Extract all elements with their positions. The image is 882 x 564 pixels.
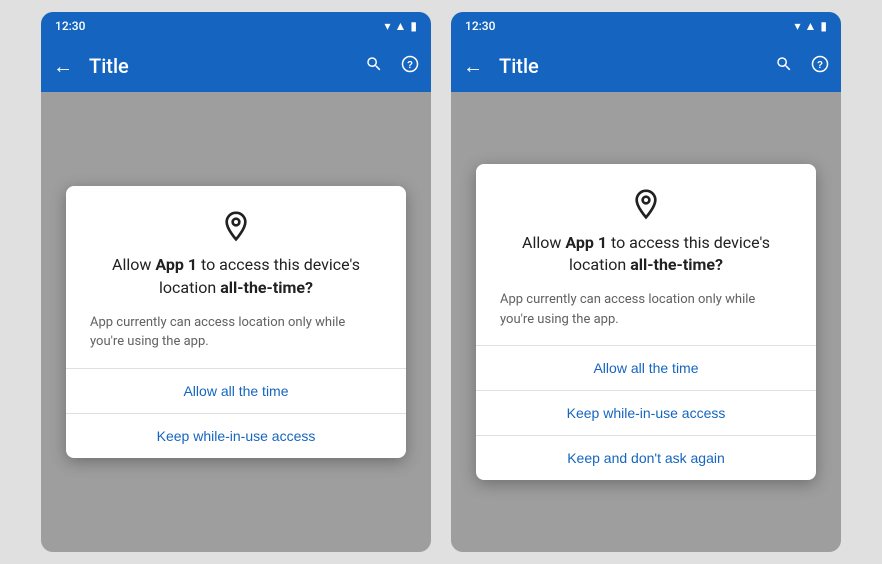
toolbar-title-2: Title: [499, 54, 759, 78]
allow-all-time-button-2[interactable]: Allow all the time: [476, 346, 816, 391]
toolbar-title-1: Title: [89, 54, 349, 78]
phone-2: 12:30 ▾ ▲ ▮ ← Title ?: [451, 12, 841, 552]
keep-while-in-use-button-2[interactable]: Keep while-in-use access: [476, 391, 816, 436]
content-area-1: Allow App 1 to access this device's loca…: [41, 92, 431, 552]
time-1: 12:30: [55, 19, 85, 33]
wifi-icon: ▾: [384, 19, 390, 33]
status-icons-2: ▾ ▲ ▮: [794, 19, 827, 33]
toolbar-1: ← Title ?: [41, 40, 431, 92]
wifi-icon-2: ▾: [794, 19, 800, 33]
svg-text:?: ?: [817, 59, 823, 70]
status-icons-1: ▾ ▲ ▮: [384, 19, 417, 33]
allow-all-time-button-1[interactable]: Allow all the time: [66, 369, 406, 414]
signal-icon-2: ▲: [805, 19, 817, 33]
dialog-1: Allow App 1 to access this device's loca…: [66, 186, 406, 458]
location-icon-1: [90, 210, 382, 242]
toolbar-icons-2: ?: [775, 55, 829, 78]
dialog-title-2: Allow App 1 to access this device's loca…: [500, 232, 792, 277]
search-icon-2[interactable]: [775, 55, 793, 78]
content-area-2: Allow App 1 to access this device's loca…: [451, 92, 841, 552]
dialog-title-1: Allow App 1 to access this device's loca…: [90, 254, 382, 299]
battery-icon-2: ▮: [820, 19, 827, 33]
dialog-2: Allow App 1 to access this device's loca…: [476, 164, 816, 481]
phone-1: 12:30 ▾ ▲ ▮ ← Title ?: [41, 12, 431, 552]
svg-text:?: ?: [407, 59, 413, 70]
location-icon-2: [500, 188, 792, 220]
toolbar-2: ← Title ?: [451, 40, 841, 92]
back-button-1[interactable]: ←: [53, 54, 73, 79]
status-bar-1: 12:30 ▾ ▲ ▮: [41, 12, 431, 40]
search-icon-1[interactable]: [365, 55, 383, 78]
keep-dont-ask-button-2[interactable]: Keep and don't ask again: [476, 436, 816, 480]
time-2: 12:30: [465, 19, 495, 33]
battery-icon: ▮: [410, 19, 417, 33]
back-button-2[interactable]: ←: [463, 54, 483, 79]
signal-icon: ▲: [395, 19, 407, 33]
dialog-actions-2: Allow all the time Keep while-in-use acc…: [476, 345, 816, 480]
toolbar-icons-1: ?: [365, 55, 419, 78]
help-icon-2[interactable]: ?: [811, 55, 829, 78]
status-bar-2: 12:30 ▾ ▲ ▮: [451, 12, 841, 40]
dialog-actions-1: Allow all the time Keep while-in-use acc…: [66, 368, 406, 458]
help-icon-1[interactable]: ?: [401, 55, 419, 78]
dialog-body-2: Allow App 1 to access this device's loca…: [476, 164, 816, 330]
keep-while-in-use-button-1[interactable]: Keep while-in-use access: [66, 414, 406, 458]
dialog-desc-2: App currently can access location only w…: [500, 290, 792, 329]
dialog-desc-1: App currently can access location only w…: [90, 313, 382, 352]
dialog-body-1: Allow App 1 to access this device's loca…: [66, 186, 406, 352]
